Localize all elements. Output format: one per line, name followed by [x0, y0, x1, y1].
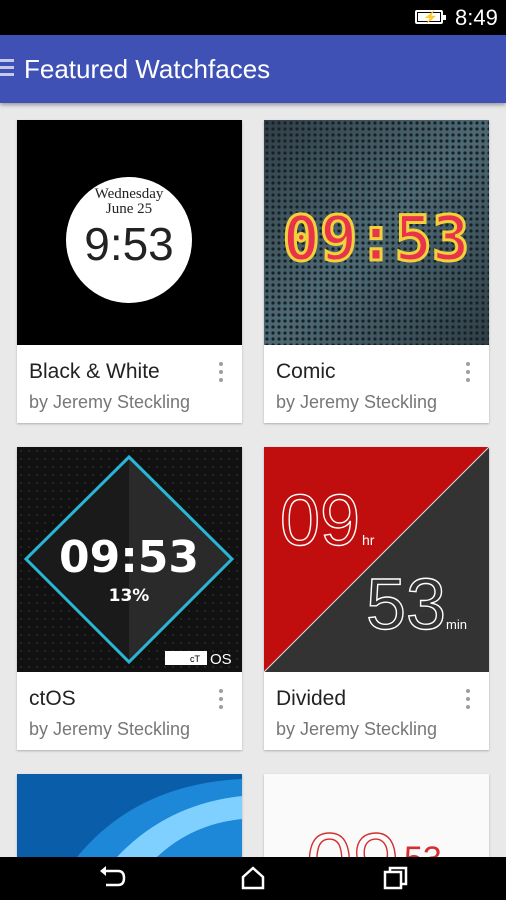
watchface-author: by Jeremy Steckling [29, 392, 191, 412]
watchface-preview[interactable]: Wednesday June 25 9:53 [17, 120, 242, 345]
more-options-icon[interactable] [465, 362, 471, 384]
face-date: June 25 [106, 201, 152, 217]
watchface-name: Divided [276, 687, 347, 710]
watchface-name: Black & White [29, 360, 160, 383]
watchface-author: by Jeremy Steckling [276, 719, 438, 739]
watchface-preview[interactable]: 09 53 [264, 774, 489, 857]
watchface-name: ctOS [29, 687, 76, 710]
face-day: Wednesday [95, 186, 164, 202]
watchface-card[interactable]: 09:53 Comic by Jeremy Steckling [264, 120, 489, 423]
watchface-author: by Jeremy Steckling [276, 392, 438, 412]
recents-icon[interactable] [380, 865, 410, 891]
watchface-card[interactable]: 09 53 [264, 774, 489, 857]
status-time: 8:49 [455, 5, 498, 30]
ctos-logo-prefix: cT [190, 654, 201, 664]
face-battery: 13% [109, 586, 150, 606]
watchface-name: Comic [276, 360, 336, 383]
face-time: 09:53 [59, 532, 199, 583]
watchface-card[interactable]: Wednesday June 25 9:53 Black & White by … [17, 120, 242, 423]
page-title: Featured Watchfaces [24, 54, 271, 84]
face-hour-unit: hr [362, 532, 375, 548]
face-hour: 09 [280, 481, 360, 561]
app-bar: Featured Watchfaces [0, 35, 506, 103]
watchface-author: by Jeremy Steckling [29, 719, 191, 739]
back-icon[interactable] [97, 865, 127, 891]
more-options-icon[interactable] [465, 689, 471, 711]
ctos-logo-suffix: OS [210, 651, 232, 668]
face-minute-unit: min [446, 617, 467, 632]
face-hour-partial: 09 [306, 816, 399, 857]
more-options-icon[interactable] [218, 362, 224, 384]
watchface-card[interactable] [17, 774, 242, 857]
navigation-bar [0, 857, 506, 900]
face-time: 9:53 [84, 218, 174, 270]
face-minute: 53 [366, 565, 446, 645]
menu-icon[interactable] [0, 59, 14, 79]
status-bar: ⚡ 8:49 [0, 0, 506, 35]
battery-charging-icon: ⚡ [415, 10, 446, 24]
watchface-preview[interactable]: 09:53 13% cT OS [17, 447, 242, 672]
face-minute-partial: 53 [404, 840, 442, 857]
watchface-preview[interactable] [17, 774, 242, 857]
more-options-icon[interactable] [218, 689, 224, 711]
watchface-preview[interactable]: 09 hr 53 min [264, 447, 489, 672]
watchface-card[interactable]: 09:53 13% cT OS ctOS by Jeremy Steckling [17, 447, 242, 750]
face-time: 09:53 [283, 202, 470, 275]
watchface-card[interactable]: 09 hr 53 min Divided by Jeremy Steckling [264, 447, 489, 750]
watchface-preview[interactable]: 09:53 [264, 120, 489, 345]
home-icon[interactable] [238, 865, 268, 891]
